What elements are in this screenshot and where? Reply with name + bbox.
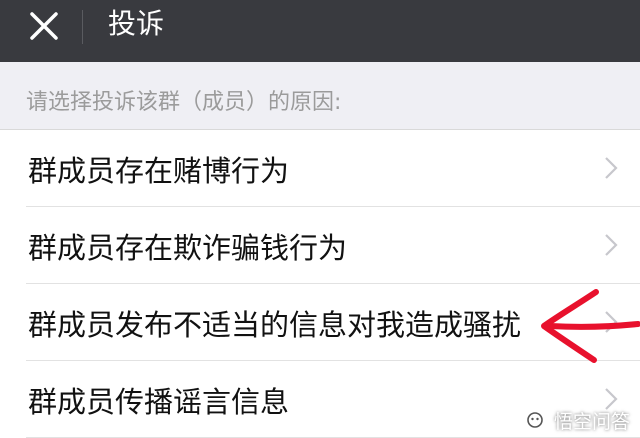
reason-list: 群成员存在赌博行为 群成员存在欺诈骗钱行为 群成员发布不适当的信息对我造成骚扰 …	[0, 130, 640, 438]
header-divider	[82, 10, 83, 44]
reason-label: 群成员发布不适当的信息对我造成骚扰	[28, 308, 522, 342]
wukong-logo-icon	[521, 407, 548, 433]
reason-item-fraud[interactable]: 群成员存在欺诈骗钱行为	[0, 207, 640, 284]
chevron-right-icon	[605, 157, 618, 179]
reason-prompt: 请选择投诉该群（成员）的原因:	[26, 90, 342, 115]
close-button[interactable]	[22, 4, 66, 48]
reason-item-gambling[interactable]: 群成员存在赌博行为	[0, 130, 640, 207]
reason-label: 群成员传播谣言信息	[28, 385, 290, 419]
reason-label: 群成员存在赌博行为	[28, 154, 290, 188]
close-icon	[30, 12, 58, 40]
reason-label: 群成员存在欺诈骗钱行为	[28, 231, 348, 265]
reason-item-harassment[interactable]: 群成员发布不适当的信息对我造成骚扰	[0, 284, 640, 361]
watermark-text: 悟空问答	[553, 410, 630, 433]
chevron-right-icon	[605, 311, 618, 333]
chevron-right-icon	[605, 234, 618, 256]
top-navigation-bar: 投诉	[0, 0, 640, 62]
section-header: 请选择投诉该群（成员）的原因:	[0, 62, 640, 130]
watermark: 悟空问答	[521, 406, 630, 434]
page-title: 投诉	[108, 7, 165, 40]
